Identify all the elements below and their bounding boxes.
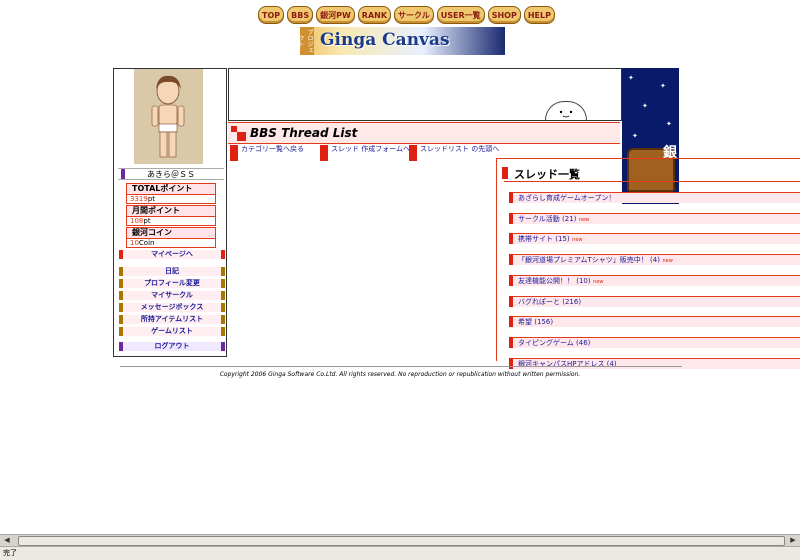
logout-button[interactable]: ログアウト: [119, 342, 225, 351]
stat-value: 108: [130, 217, 144, 225]
nav-ginga-pw-button[interactable]: 銀河PW: [316, 6, 355, 24]
thread-row: サークル活動 (21) new: [509, 212, 800, 224]
thread-create-link[interactable]: スレッド 作成フォームへ: [320, 145, 415, 161]
thread-link[interactable]: 希望 (156): [513, 318, 553, 326]
thread-link[interactable]: バグれぽーと (216): [513, 298, 581, 306]
username: あきら＠ＳＳ: [147, 170, 195, 179]
logo-tag: プロジェクト: [297, 27, 314, 55]
menu-game-list[interactable]: ゲームリスト: [119, 327, 225, 336]
menu-my-circle[interactable]: マイサークル: [119, 291, 225, 300]
stat-value: 10: [130, 239, 139, 247]
stat-ginga-coin: 銀河コイン 10Coin: [126, 227, 216, 248]
thread-row: 友達機能公開！！ (10) new: [509, 274, 800, 286]
thread-row: あざらし育成ゲームオープン！: [509, 192, 800, 203]
stat-label: 月間ポイント: [127, 206, 215, 217]
user-sidebar: あきら＠ＳＳ TOTALポイント 3319pt 月間ポイント 108pt 銀河コ…: [113, 68, 227, 357]
thread-link[interactable]: 友達機能公開！！ (10): [513, 277, 591, 285]
username-row: あきら＠ＳＳ: [118, 168, 224, 180]
stat-total-points: TOTALポイント 3319pt: [126, 183, 216, 204]
thread-link[interactable]: あざらし育成ゲームオープン！: [513, 194, 615, 202]
thread-list-title: スレッド一覧: [514, 168, 580, 181]
thread-list-top-link[interactable]: スレッドリスト の先頭へ: [409, 145, 504, 161]
nav-shop-button[interactable]: SHOP: [487, 6, 521, 24]
stat-unit: pt: [143, 217, 151, 225]
thread-row: バグれぽーと (216): [509, 295, 800, 307]
thread-link[interactable]: 携帯サイト (15): [513, 235, 570, 243]
top-nav: TOP BBS 銀河PW RANK サークル USER一覧 SHOP HELP: [258, 6, 555, 26]
thread-list-header: スレッド一覧: [502, 166, 800, 182]
menu-item-list[interactable]: 所持アイテムリスト: [119, 315, 225, 324]
stat-value: 3319: [130, 195, 148, 203]
nav-top-button[interactable]: TOP: [258, 6, 285, 24]
nav-help-button[interactable]: HELP: [523, 6, 555, 24]
avatar[interactable]: [134, 69, 203, 164]
thread-row: タイピングゲーム (46): [509, 336, 800, 348]
new-badge: new: [572, 237, 583, 244]
nav-bbs-button[interactable]: BBS: [287, 6, 314, 24]
menu-diary[interactable]: 日記: [119, 267, 225, 276]
stat-monthly-points: 月間ポイント 108pt: [126, 205, 216, 226]
status-text: 完了: [3, 549, 17, 557]
bbs-title-bar: BBS Thread List: [228, 122, 620, 144]
scroll-thumb[interactable]: [18, 536, 785, 546]
scroll-right-icon[interactable]: ▶: [788, 535, 798, 545]
stat-label: TOTALポイント: [127, 184, 215, 195]
thread-link[interactable]: サークル活動 (21): [513, 215, 576, 223]
menu-message-box[interactable]: メッセージボックス: [119, 303, 225, 312]
page-title: BBS Thread List: [250, 126, 358, 140]
nav-user-list-button[interactable]: USER一覧: [436, 6, 485, 24]
stat-unit: Coin: [138, 239, 155, 247]
new-badge: new: [662, 258, 673, 265]
thread-link[interactable]: タイピングゲーム (46): [513, 339, 590, 347]
mypage-link[interactable]: マイページへ: [119, 250, 225, 259]
nav-rank-button[interactable]: RANK: [357, 6, 392, 24]
new-badge: new: [578, 216, 590, 223]
new-badge: new: [593, 278, 604, 285]
title-square-icon: [237, 132, 246, 141]
thread-row: 「銀河道場プレミアムTシャツ」販売中！ (4) new: [509, 254, 800, 266]
status-bar: 完了: [0, 546, 800, 560]
stat-label: 銀河コイン: [127, 228, 215, 239]
thread-row: 希望 (156): [509, 316, 800, 328]
site-logo[interactable]: プロジェクト Ginga Canvas: [297, 27, 505, 55]
back-to-category-link[interactable]: カテゴリ一覧へ戻る: [230, 145, 325, 161]
seal-mascot: [545, 101, 587, 120]
menu-profile-edit[interactable]: プロフィール変更: [119, 279, 225, 288]
scroll-left-icon[interactable]: ◀: [2, 535, 12, 545]
logo-title: Ginga Canvas: [320, 30, 450, 50]
header-marker: [502, 167, 508, 179]
copyright: Copyright 2006 Ginga Software Co.Ltd. Al…: [219, 371, 581, 378]
horizontal-scrollbar[interactable]: ◀ ▶: [0, 534, 800, 546]
thread-row: 携帯サイト (15) new: [509, 233, 800, 245]
nav-circle-button[interactable]: サークル: [394, 6, 434, 24]
stat-unit: pt: [147, 195, 156, 203]
thread-link[interactable]: 「銀河道場プレミアムTシャツ」販売中！ (4): [513, 256, 660, 264]
divider: [504, 181, 800, 182]
divider: [120, 366, 682, 367]
